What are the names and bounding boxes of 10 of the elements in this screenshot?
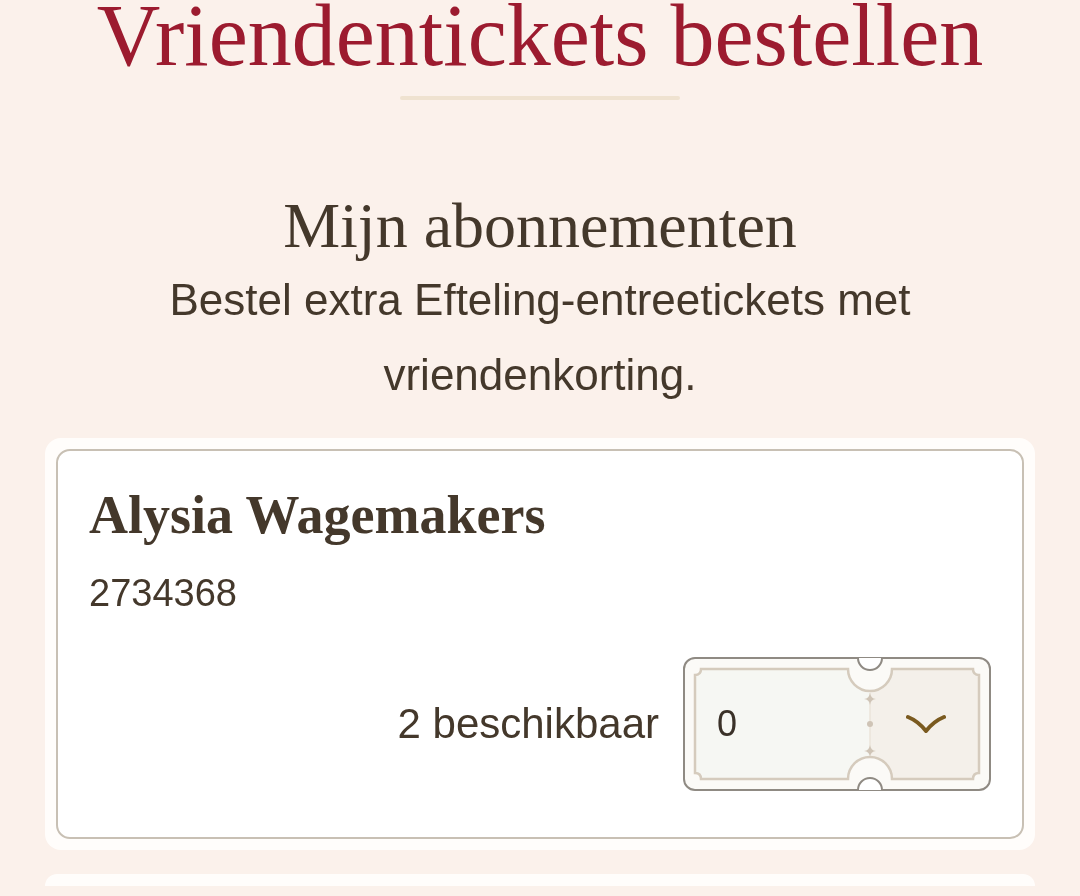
page-title: Vriendentickets bestellen [96,0,984,72]
subscription-number: 2734368 [89,571,237,615]
sparkle-icon [864,693,876,705]
quantity-select[interactable]: 0 [683,657,991,791]
section-description: Bestel extra Efteling-entreetickets met vriendenkorting. [168,274,912,401]
section-heading: Mijn abonnementen [283,192,797,260]
sparkle-icon [864,745,876,757]
chevron-down-icon [906,713,946,735]
member-name: Alysia Wagemakers [89,485,546,545]
available-count: 2 beschikbaar [397,699,659,749]
